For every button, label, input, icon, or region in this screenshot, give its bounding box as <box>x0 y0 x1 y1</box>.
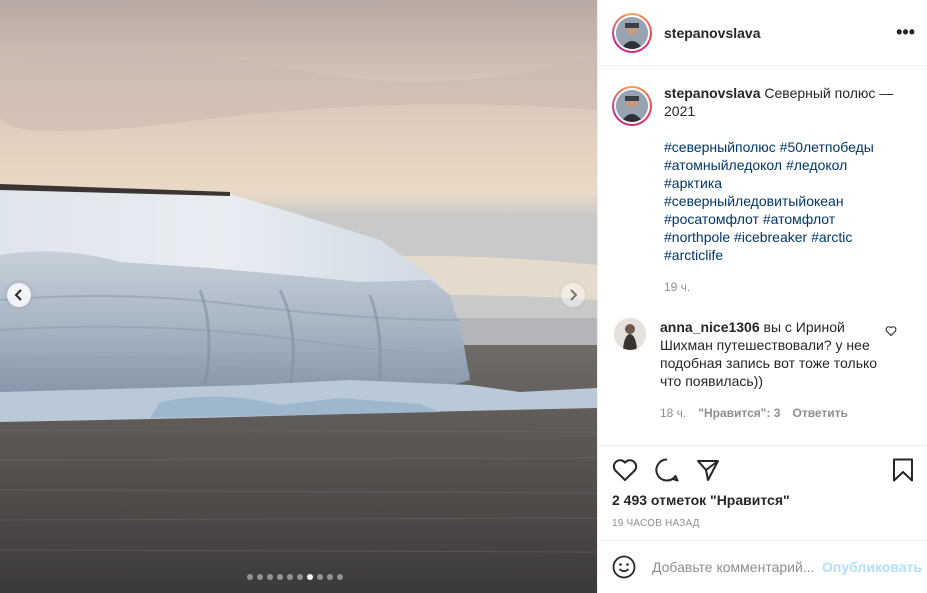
like-button[interactable] <box>612 458 638 482</box>
caption: stepanovslava Северный полюс — 2021 #сев… <box>612 84 913 296</box>
post-author-username[interactable]: stepanovslava <box>664 25 761 41</box>
share-button[interactable] <box>696 458 720 482</box>
paper-plane-icon <box>697 460 719 481</box>
comment-likes-count[interactable]: "Нравится": 3 <box>698 404 780 422</box>
emoji-button[interactable] <box>612 555 636 579</box>
carousel-indicator <box>247 574 343 580</box>
carousel-prev-button[interactable] <box>7 283 31 307</box>
hashtag-line[interactable]: #northpole #icebreaker #arctic <box>664 228 904 246</box>
comment-button[interactable] <box>654 457 680 483</box>
carousel-dot <box>317 574 323 580</box>
hashtag-line[interactable]: #arcticlife <box>664 246 904 264</box>
hashtag-line[interactable]: #северныйледовитыйокеан <box>664 192 904 210</box>
story-ring[interactable] <box>612 86 652 126</box>
post-actions-section: 2 493 отметок "Нравится" 19 ЧАСОВ НАЗАД <box>598 445 927 529</box>
action-bar <box>612 446 914 494</box>
comment-username[interactable]: anna_nice1306 <box>660 319 760 335</box>
publish-button[interactable]: Опубликовать <box>822 559 922 575</box>
comment-like-button[interactable] <box>885 324 897 340</box>
post-header: stepanovslava ••• <box>598 0 927 66</box>
hashtag-line[interactable]: #северныйполюс #50летпобеды <box>664 138 904 156</box>
caption-time[interactable]: 19 ч. <box>664 278 904 296</box>
carousel-dot <box>337 574 343 580</box>
story-ring[interactable] <box>612 12 652 53</box>
comment-body: anna_nice1306 вы с Ириной Шихман путешес… <box>660 318 882 422</box>
smiley-icon <box>612 555 636 579</box>
comment-input[interactable] <box>652 559 822 575</box>
post-photo[interactable] <box>0 0 597 593</box>
hashtag-line[interactable]: #атомныйледокол #ледокол <box>664 156 904 174</box>
hashtag-line[interactable]: #арктика <box>664 174 904 192</box>
carousel-next-button[interactable] <box>561 283 585 307</box>
avatar[interactable] <box>616 16 648 49</box>
add-comment-bar: Опубликовать <box>598 540 927 593</box>
post-timestamp[interactable]: 19 ЧАСОВ НАЗАД <box>612 518 914 529</box>
reply-button[interactable]: Ответить <box>792 404 847 422</box>
carousel-dot <box>287 574 293 580</box>
carousel-dot <box>277 574 283 580</box>
carousel-dot-active <box>307 574 313 580</box>
carousel-dot <box>297 574 303 580</box>
carousel-dot <box>267 574 273 580</box>
hashtags: #северныйполюс #50летпобеды #атомныйледо… <box>664 138 904 264</box>
iceberg-photo <box>0 0 597 593</box>
heart-icon <box>612 459 638 481</box>
heart-icon <box>885 326 897 337</box>
bookmark-icon <box>893 458 913 482</box>
comment-icon <box>655 458 679 482</box>
post-side-panel: stepanovslava ••• stepanovslava Северный… <box>597 0 927 593</box>
save-button[interactable] <box>892 458 914 485</box>
comments-list: stepanovslava Северный полюс — 2021 #сев… <box>598 66 927 444</box>
carousel-dot <box>247 574 253 580</box>
carousel-dot <box>257 574 263 580</box>
comment-meta: 18 ч. "Нравится": 3 Ответить <box>660 404 882 422</box>
likes-count[interactable]: 2 493 отметок "Нравится" <box>612 492 914 508</box>
caption-username[interactable]: stepanovslava <box>664 85 761 101</box>
more-options-icon[interactable]: ••• <box>896 22 915 43</box>
comment: anna_nice1306 вы с Ириной Шихман путешес… <box>612 318 913 422</box>
comment-time[interactable]: 18 ч. <box>660 404 686 422</box>
chevron-left-icon <box>14 289 22 301</box>
chevron-right-icon <box>570 289 578 301</box>
hashtag-line[interactable]: #росатомфлот #атомфлот <box>664 210 904 228</box>
carousel-dot <box>327 574 333 580</box>
caption-body: stepanovslava Северный полюс — 2021 #сев… <box>664 84 904 296</box>
avatar[interactable] <box>614 318 646 350</box>
avatar[interactable] <box>616 90 648 122</box>
